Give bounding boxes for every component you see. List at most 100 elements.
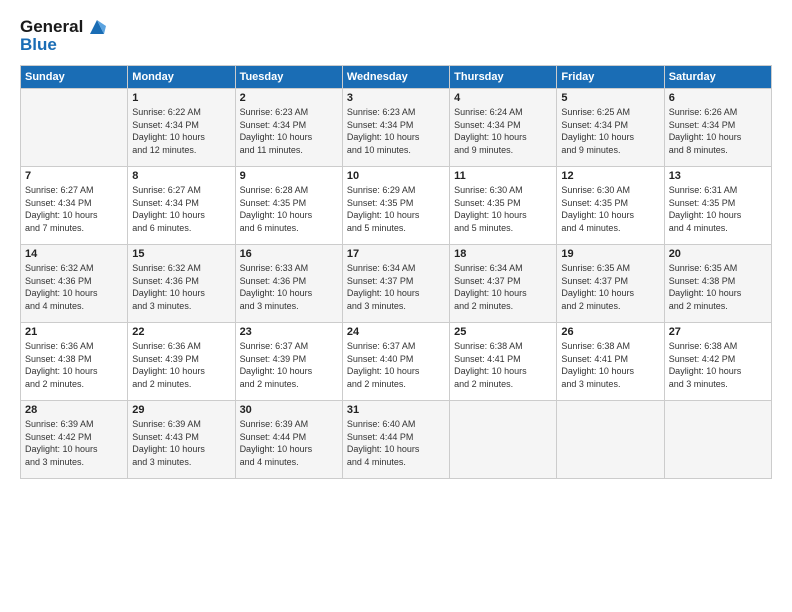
day-info: Sunrise: 6:37 AM Sunset: 4:39 PM Dayligh…	[240, 340, 338, 390]
day-info: Sunrise: 6:38 AM Sunset: 4:41 PM Dayligh…	[561, 340, 659, 390]
day-number: 12	[561, 170, 659, 182]
day-number: 14	[25, 248, 123, 260]
day-info: Sunrise: 6:33 AM Sunset: 4:36 PM Dayligh…	[240, 262, 338, 312]
day-number: 1	[132, 92, 230, 104]
col-header-friday: Friday	[557, 66, 664, 89]
day-cell: 20Sunrise: 6:35 AM Sunset: 4:38 PM Dayli…	[664, 245, 771, 323]
day-info: Sunrise: 6:23 AM Sunset: 4:34 PM Dayligh…	[347, 106, 445, 156]
logo: General Blue	[20, 16, 108, 55]
day-cell: 23 Sunrise: 6:37 AM Sunset: 4:39 PM Dayli…	[235, 323, 342, 401]
day-info: Sunrise: 6:30 AM Sunset: 4:35 PM Dayligh…	[454, 184, 552, 234]
day-number: 4	[454, 92, 552, 104]
header-row: SundayMondayTuesdayWednesdayThursdayFrid…	[21, 66, 772, 89]
col-header-monday: Monday	[128, 66, 235, 89]
day-cell: 30 Sunrise: 6:39 AM Sunset: 4:44 PM Dayli…	[235, 401, 342, 479]
day-cell: 12 Sunrise: 6:30 AM Sunset: 4:35 PM Dayli…	[557, 167, 664, 245]
day-number: 18	[454, 248, 552, 260]
day-info: Sunrise: 6:22 AM Sunset: 4:34 PM Dayligh…	[132, 106, 230, 156]
day-info: Sunrise: 6:30 AM Sunset: 4:35 PM Dayligh…	[561, 184, 659, 234]
day-cell: 13 Sunrise: 6:31 AM Sunset: 4:35 PM Dayli…	[664, 167, 771, 245]
col-header-tuesday: Tuesday	[235, 66, 342, 89]
col-header-thursday: Thursday	[450, 66, 557, 89]
day-info: Sunrise: 6:31 AM Sunset: 4:35 PM Dayligh…	[669, 184, 767, 234]
day-cell: 17Sunrise: 6:34 AM Sunset: 4:37 PM Dayli…	[342, 245, 449, 323]
week-row-1: 1 Sunrise: 6:22 AM Sunset: 4:34 PM Daylig…	[21, 89, 772, 167]
day-number: 26	[561, 326, 659, 338]
day-info: Sunrise: 6:28 AM Sunset: 4:35 PM Dayligh…	[240, 184, 338, 234]
day-cell: 21 Sunrise: 6:36 AM Sunset: 4:38 PM Dayli…	[21, 323, 128, 401]
col-header-sunday: Sunday	[21, 66, 128, 89]
day-number: 19	[561, 248, 659, 260]
logo-blue: Blue	[20, 35, 108, 55]
col-header-wednesday: Wednesday	[342, 66, 449, 89]
day-number: 28	[25, 404, 123, 416]
day-info: Sunrise: 6:32 AM Sunset: 4:36 PM Dayligh…	[25, 262, 123, 312]
day-info: Sunrise: 6:40 AM Sunset: 4:44 PM Dayligh…	[347, 418, 445, 468]
day-number: 21	[25, 326, 123, 338]
day-info: Sunrise: 6:35 AM Sunset: 4:38 PM Dayligh…	[669, 262, 767, 312]
day-cell: 6 Sunrise: 6:26 AM Sunset: 4:34 PM Daylig…	[664, 89, 771, 167]
day-info: Sunrise: 6:36 AM Sunset: 4:38 PM Dayligh…	[25, 340, 123, 390]
day-cell: 5Sunrise: 6:25 AM Sunset: 4:34 PM Daylig…	[557, 89, 664, 167]
day-cell: 1 Sunrise: 6:22 AM Sunset: 4:34 PM Daylig…	[128, 89, 235, 167]
day-number: 30	[240, 404, 338, 416]
day-info: Sunrise: 6:34 AM Sunset: 4:37 PM Dayligh…	[454, 262, 552, 312]
day-cell	[21, 89, 128, 167]
day-cell: 2 Sunrise: 6:23 AM Sunset: 4:34 PM Daylig…	[235, 89, 342, 167]
day-info: Sunrise: 6:37 AM Sunset: 4:40 PM Dayligh…	[347, 340, 445, 390]
day-number: 2	[240, 92, 338, 104]
col-header-saturday: Saturday	[664, 66, 771, 89]
day-cell: 3 Sunrise: 6:23 AM Sunset: 4:34 PM Daylig…	[342, 89, 449, 167]
day-number: 3	[347, 92, 445, 104]
day-number: 7	[25, 170, 123, 182]
week-row-2: 7 Sunrise: 6:27 AM Sunset: 4:34 PM Daylig…	[21, 167, 772, 245]
day-info: Sunrise: 6:35 AM Sunset: 4:37 PM Dayligh…	[561, 262, 659, 312]
day-cell: 16 Sunrise: 6:33 AM Sunset: 4:36 PM Dayli…	[235, 245, 342, 323]
day-number: 27	[669, 326, 767, 338]
day-cell: 15 Sunrise: 6:32 AM Sunset: 4:36 PM Dayli…	[128, 245, 235, 323]
day-info: Sunrise: 6:24 AM Sunset: 4:34 PM Dayligh…	[454, 106, 552, 156]
day-cell: 24 Sunrise: 6:37 AM Sunset: 4:40 PM Dayli…	[342, 323, 449, 401]
day-number: 29	[132, 404, 230, 416]
day-cell: 19 Sunrise: 6:35 AM Sunset: 4:37 PM Dayli…	[557, 245, 664, 323]
logo-icon	[86, 16, 108, 38]
day-info: Sunrise: 6:39 AM Sunset: 4:42 PM Dayligh…	[25, 418, 123, 468]
day-cell: 29 Sunrise: 6:39 AM Sunset: 4:43 PM Dayli…	[128, 401, 235, 479]
day-number: 15	[132, 248, 230, 260]
day-number: 22	[132, 326, 230, 338]
day-info: Sunrise: 6:36 AM Sunset: 4:39 PM Dayligh…	[132, 340, 230, 390]
day-cell: 25Sunrise: 6:38 AM Sunset: 4:41 PM Dayli…	[450, 323, 557, 401]
day-number: 5	[561, 92, 659, 104]
day-cell	[557, 401, 664, 479]
day-info: Sunrise: 6:32 AM Sunset: 4:36 PM Dayligh…	[132, 262, 230, 312]
day-info: Sunrise: 6:23 AM Sunset: 4:34 PM Dayligh…	[240, 106, 338, 156]
day-number: 11	[454, 170, 552, 182]
day-number: 8	[132, 170, 230, 182]
header: General Blue	[20, 16, 772, 55]
day-info: Sunrise: 6:34 AM Sunset: 4:37 PM Dayligh…	[347, 262, 445, 312]
page-container: General Blue SundayMondayTuesdayWednesda…	[0, 0, 792, 489]
day-info: Sunrise: 6:38 AM Sunset: 4:42 PM Dayligh…	[669, 340, 767, 390]
day-number: 31	[347, 404, 445, 416]
day-number: 13	[669, 170, 767, 182]
day-cell: 22 Sunrise: 6:36 AM Sunset: 4:39 PM Dayli…	[128, 323, 235, 401]
day-info: Sunrise: 6:39 AM Sunset: 4:44 PM Dayligh…	[240, 418, 338, 468]
week-row-4: 21 Sunrise: 6:36 AM Sunset: 4:38 PM Dayli…	[21, 323, 772, 401]
day-cell: 10Sunrise: 6:29 AM Sunset: 4:35 PM Dayli…	[342, 167, 449, 245]
day-number: 9	[240, 170, 338, 182]
day-cell: 14 Sunrise: 6:32 AM Sunset: 4:36 PM Dayli…	[21, 245, 128, 323]
day-info: Sunrise: 6:27 AM Sunset: 4:34 PM Dayligh…	[25, 184, 123, 234]
day-cell	[450, 401, 557, 479]
day-number: 23	[240, 326, 338, 338]
day-number: 24	[347, 326, 445, 338]
day-info: Sunrise: 6:38 AM Sunset: 4:41 PM Dayligh…	[454, 340, 552, 390]
day-info: Sunrise: 6:39 AM Sunset: 4:43 PM Dayligh…	[132, 418, 230, 468]
day-number: 16	[240, 248, 338, 260]
logo-general: General	[20, 17, 83, 37]
day-number: 6	[669, 92, 767, 104]
day-info: Sunrise: 6:26 AM Sunset: 4:34 PM Dayligh…	[669, 106, 767, 156]
week-row-5: 28 Sunrise: 6:39 AM Sunset: 4:42 PM Dayli…	[21, 401, 772, 479]
day-info: Sunrise: 6:27 AM Sunset: 4:34 PM Dayligh…	[132, 184, 230, 234]
week-row-3: 14 Sunrise: 6:32 AM Sunset: 4:36 PM Dayli…	[21, 245, 772, 323]
calendar-table: SundayMondayTuesdayWednesdayThursdayFrid…	[20, 65, 772, 479]
